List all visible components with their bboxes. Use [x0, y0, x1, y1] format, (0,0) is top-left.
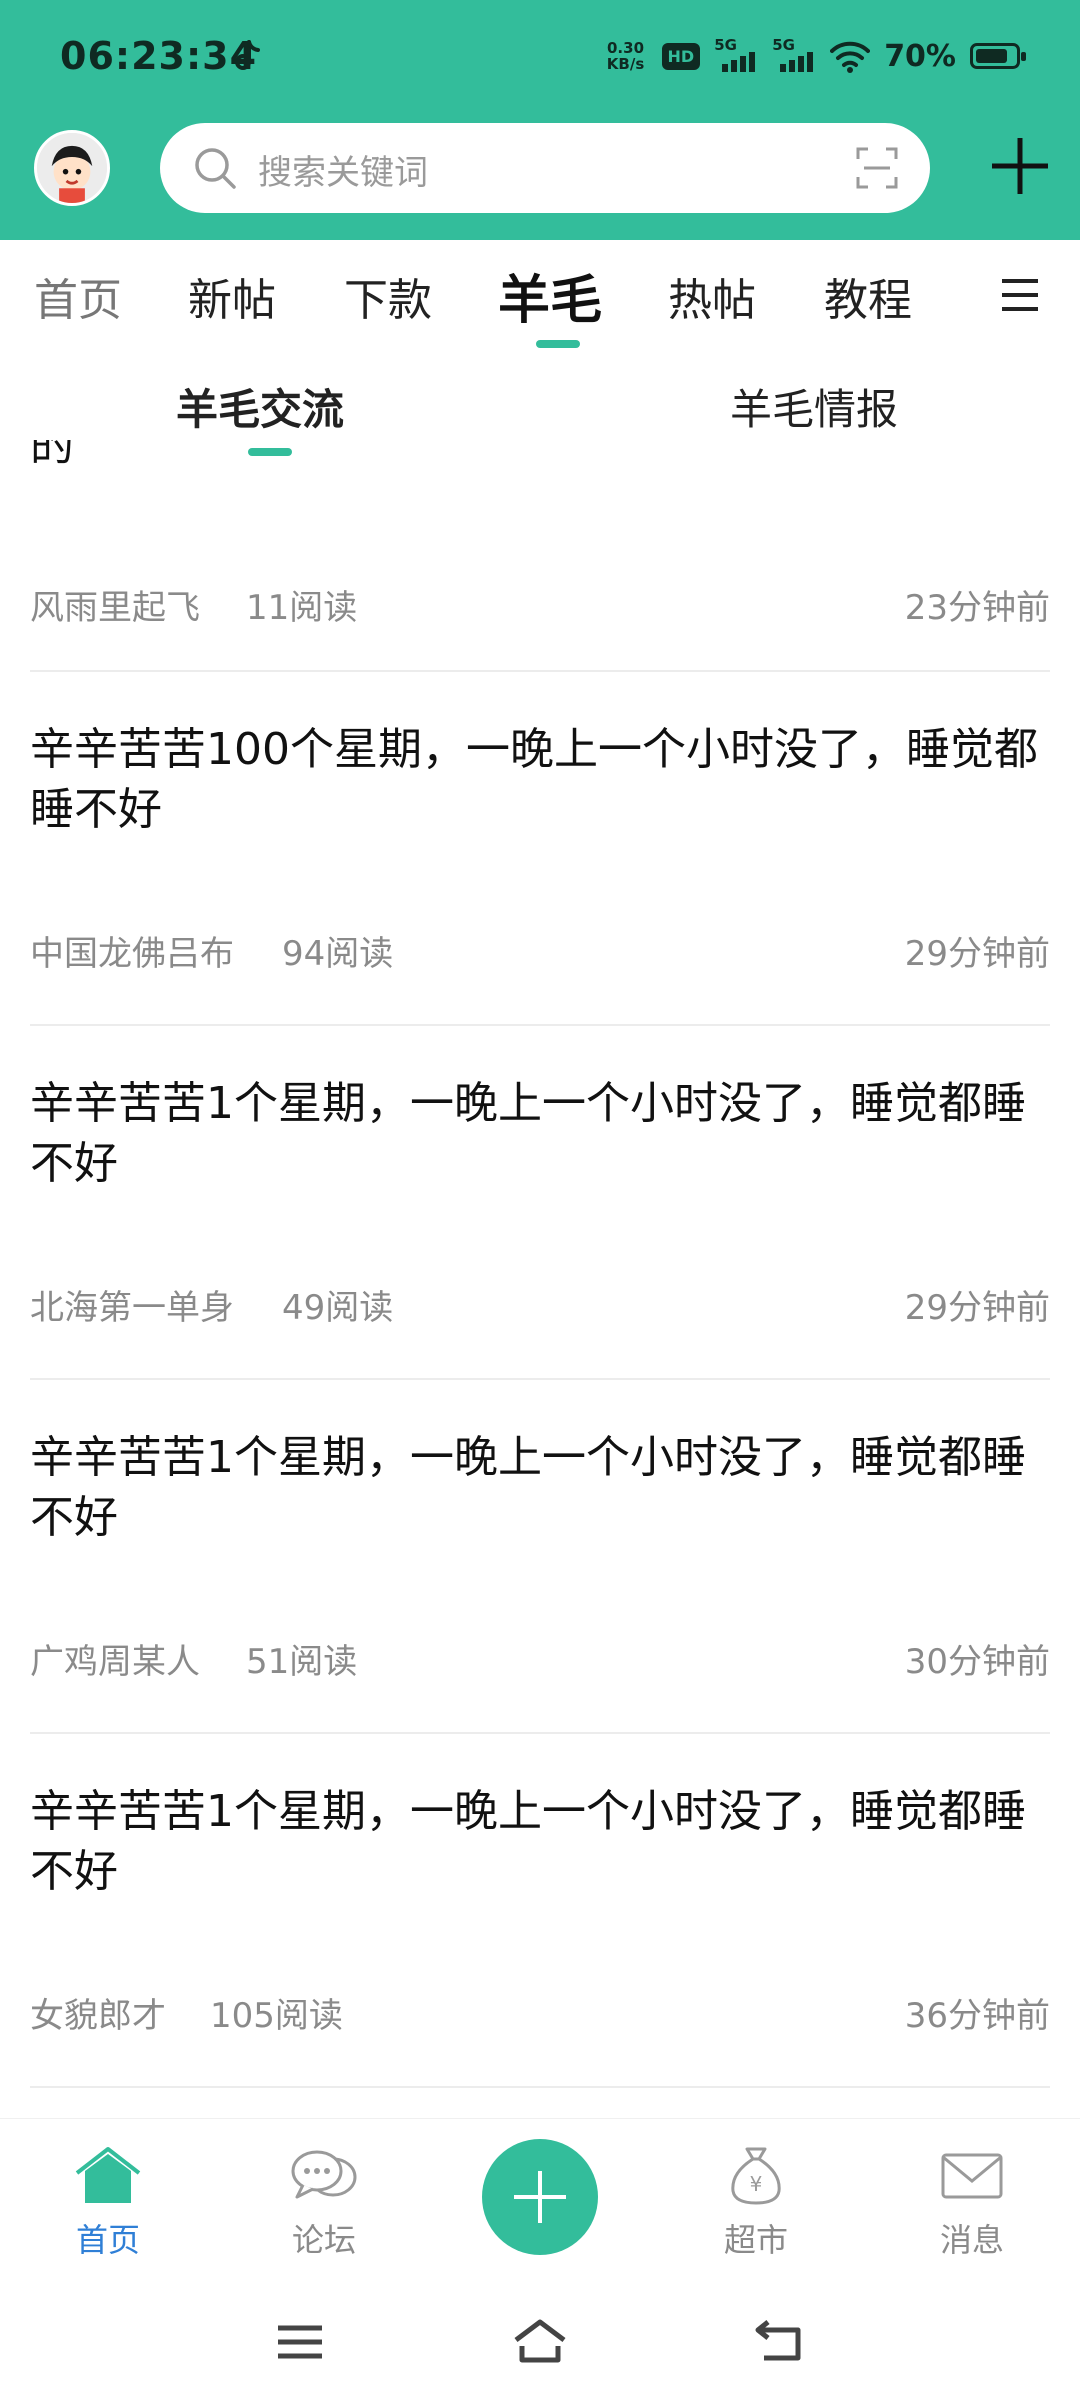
- post-title[interactable]: 辛辛苦苦100个星期，一晚上一个小时没了，睡觉都睡不好: [30, 720, 1040, 840]
- list-item[interactable]: 辛辛苦苦100个星期，一晚上一个小时没了，睡觉都睡不好 中国龙佛吕布 94阅读 …: [0, 672, 1080, 1026]
- status-icons: 0.30 KB/s HD 5G 5G 70%: [604, 36, 1026, 76]
- search-input[interactable]: 搜索关键词: [258, 145, 428, 194]
- list-item[interactable]: 辛辛苦苦1个星期，一晚上一个小时没了，睡觉都睡不好 女貌郎才 105阅读 36分…: [0, 1734, 1080, 2088]
- tab-loans[interactable]: 下款: [344, 264, 432, 328]
- post-meta: 北海第一单身 49阅读 29分钟前: [30, 1280, 1050, 1330]
- post-author[interactable]: 北海第一单身: [30, 1280, 234, 1329]
- app-header: 06:23:34 0.30 KB/s HD 5G 5G 70% 搜索关键词: [0, 0, 1080, 240]
- post-author[interactable]: 风雨里起飞: [30, 580, 200, 629]
- home-button-icon[interactable]: [512, 2316, 568, 2368]
- app-screen: 06:23:34 0.30 KB/s HD 5G 5G 70% 搜索关键词 首页…: [0, 0, 1080, 2400]
- envelope-icon: [941, 2153, 1003, 2199]
- hd-badge: HD: [661, 42, 701, 70]
- network-speed-unit: KB/s: [606, 55, 645, 73]
- post-time: 29分钟前: [904, 1288, 1050, 1328]
- avatar-cartoon-icon: [37, 133, 107, 203]
- battery-icon: [970, 43, 1026, 69]
- post-reads: 11阅读: [246, 588, 358, 628]
- post-author[interactable]: 女貌郎才: [30, 1988, 166, 2037]
- network-speed-value: 0.30: [607, 39, 645, 57]
- post-meta: 广鸡周某人 51阅读 30分钟前: [30, 1634, 1050, 1684]
- category-tabs: 首页 新帖 下款 羊毛 热帖 教程: [0, 240, 1080, 350]
- nav-market[interactable]: ¥ 超市: [686, 2145, 826, 2275]
- post-author[interactable]: 广鸡周某人: [30, 1634, 200, 1683]
- battery-percent: 70%: [884, 38, 956, 74]
- recent-apps-icon[interactable]: [272, 2316, 328, 2368]
- wifi-icon: [830, 41, 871, 73]
- nav-home-label: 首页: [75, 2221, 140, 2259]
- post-title[interactable]: 辛辛苦苦1个星期，一晚上一个小时没了，睡觉都睡不好: [30, 1782, 1040, 1902]
- nav-forum[interactable]: 论坛: [254, 2145, 394, 2275]
- tiktok-icon: [235, 40, 260, 70]
- nav-messages-label: 消息: [939, 2221, 1004, 2259]
- post-title[interactable]: 辛辛苦苦1个星期，一晚上一个小时没了，睡觉都睡不好: [30, 1074, 1040, 1194]
- network-speed: 0.30 KB/s: [604, 40, 648, 72]
- status-time: 06:23:34: [60, 34, 258, 78]
- signal-5g-icon: 5G: [714, 36, 758, 74]
- subtab-deal-intel[interactable]: 羊毛情报: [730, 376, 898, 437]
- scan-icon[interactable]: [854, 145, 900, 191]
- post-reads: 94阅读: [282, 934, 394, 974]
- post-time: 23分钟前: [904, 588, 1050, 628]
- tab-hot-posts[interactable]: 热帖: [668, 264, 756, 328]
- signal-5g-icon-2: 5G: [772, 36, 816, 74]
- search-icon: [195, 148, 236, 189]
- nav-messages[interactable]: 消息: [902, 2145, 1042, 2275]
- system-nav-bar: [0, 2288, 1080, 2400]
- post-meta: 中国龙佛吕布 94阅读 29分钟前: [30, 926, 1050, 976]
- tab-deals[interactable]: 羊毛: [498, 258, 602, 333]
- post-feed: 的 风雨里起飞 11阅读 23分钟前 辛辛苦苦100个星期，一晚上一个小时没了，…: [0, 440, 1080, 2120]
- subtab-deal-discussion[interactable]: 羊毛交流: [176, 376, 344, 437]
- back-button-icon[interactable]: [752, 2316, 808, 2368]
- post-meta: 风雨里起飞 11阅读 23分钟前: [30, 580, 1050, 630]
- menu-icon[interactable]: [1000, 277, 1040, 313]
- plus-icon: [514, 2171, 566, 2223]
- post-meta: 女貌郎才 105阅读 36分钟前: [30, 1988, 1050, 2038]
- svg-text:¥: ¥: [750, 2172, 763, 2196]
- tab-home[interactable]: 首页: [34, 264, 122, 328]
- list-item[interactable]: 辛辛苦苦1个星期，一晚上一个小时没了，睡觉都睡不好 广鸡周某人 51阅读 30分…: [0, 1380, 1080, 1734]
- tab-tutorials[interactable]: 教程: [824, 264, 912, 328]
- bottom-nav: 首页 论坛 ¥ 超市 消息: [0, 2118, 1080, 2288]
- create-post-button[interactable]: [482, 2139, 598, 2255]
- post-reads: 49阅读: [282, 1288, 394, 1328]
- chat-bubbles-icon: [291, 2150, 357, 2199]
- money-bag-icon: ¥: [731, 2147, 781, 2205]
- search-bar[interactable]: 搜索关键词: [160, 123, 930, 213]
- nav-market-label: 超市: [723, 2221, 788, 2259]
- nav-home[interactable]: 首页: [38, 2145, 178, 2275]
- post-reads: 51阅读: [246, 1642, 358, 1682]
- divider: [30, 2086, 1050, 2088]
- post-author[interactable]: 中国龙佛吕布: [30, 926, 234, 975]
- post-time: 36分钟前: [904, 1996, 1050, 2036]
- nav-forum-label: 论坛: [291, 2221, 356, 2259]
- partial-post-title[interactable]: 的: [30, 440, 74, 476]
- post-reads: 105阅读: [210, 1996, 343, 2036]
- tab-active-indicator: [536, 340, 580, 348]
- post-time: 29分钟前: [904, 934, 1050, 974]
- post-time: 30分钟前: [904, 1642, 1050, 1682]
- add-post-icon[interactable]: [988, 134, 1052, 198]
- tab-new-posts[interactable]: 新帖: [188, 264, 276, 328]
- home-icon: [75, 2147, 141, 2203]
- avatar[interactable]: [34, 130, 110, 206]
- post-title[interactable]: 辛辛苦苦1个星期，一晚上一个小时没了，睡觉都睡不好: [30, 1428, 1040, 1548]
- list-item[interactable]: 辛辛苦苦1个星期，一晚上一个小时没了，睡觉都睡不好 北海第一单身 49阅读 29…: [0, 1026, 1080, 1380]
